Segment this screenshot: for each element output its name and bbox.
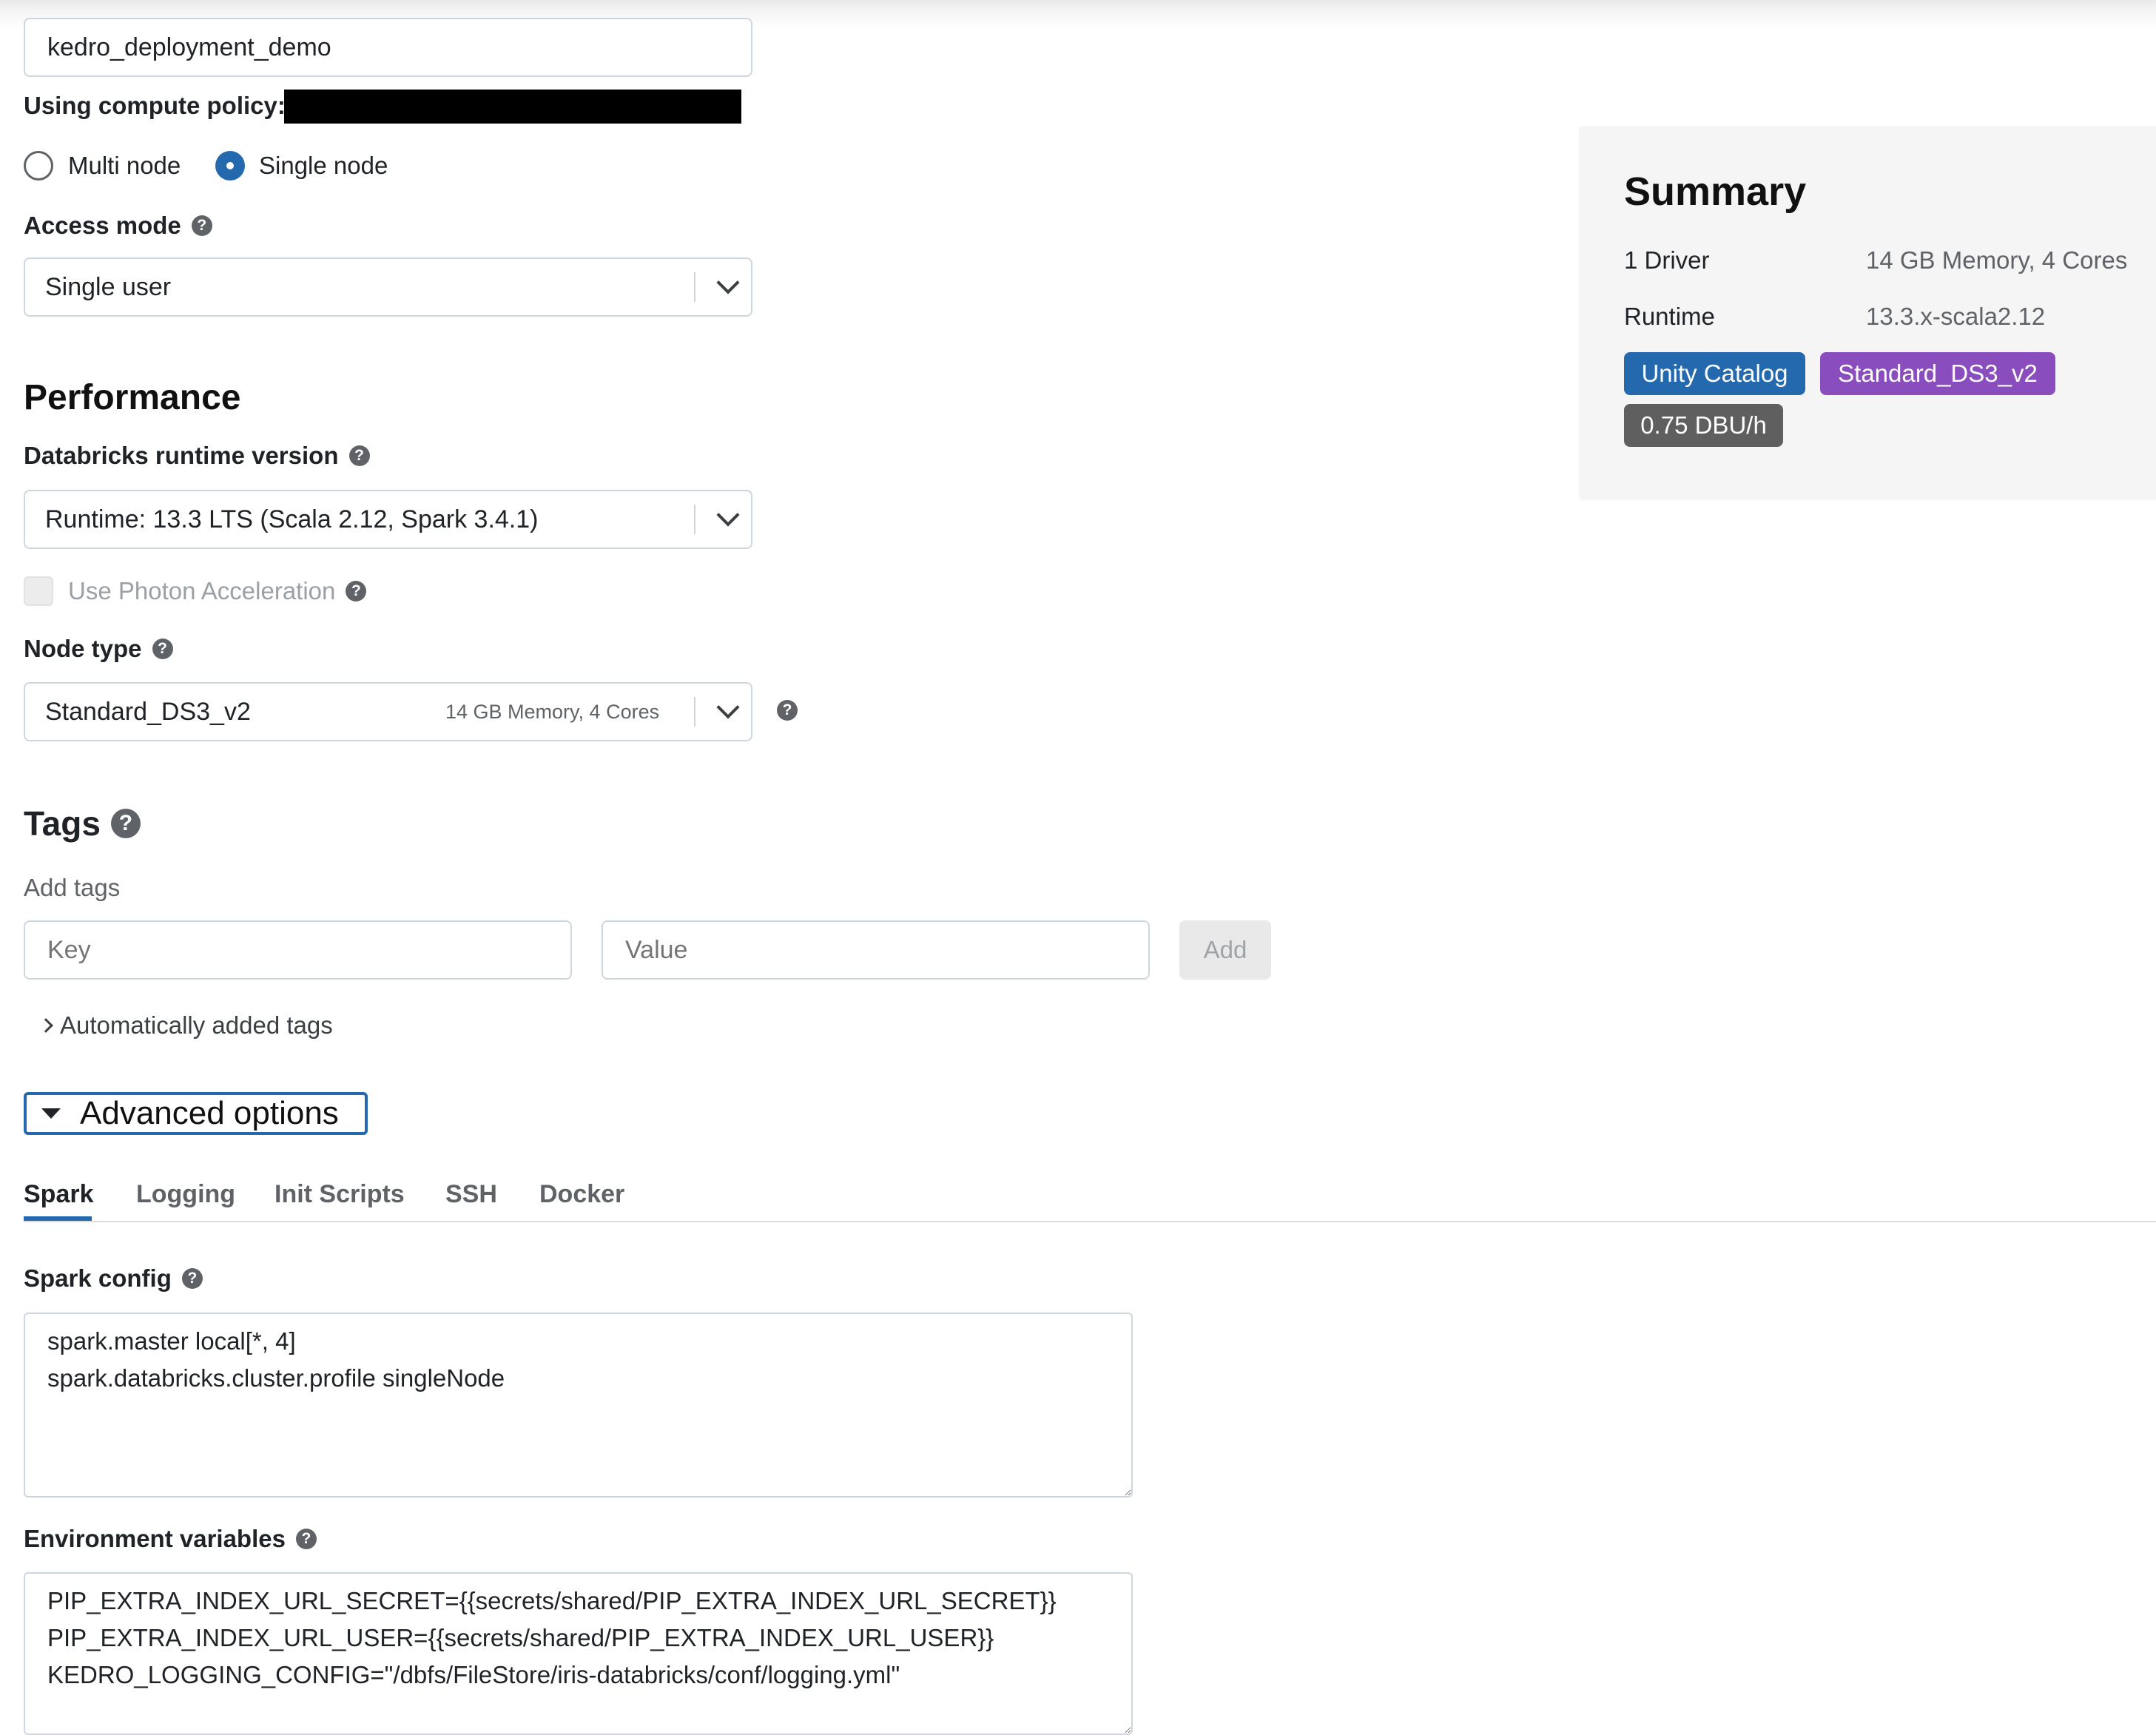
node-type-select[interactable]: Standard_DS3_v2 14 GB Memory, 4 Cores [24,682,752,741]
summary-runtime-value: 13.3.x-scala2.12 [1866,303,2046,330]
spark-config-label: Spark config ? [24,1262,203,1295]
tab-ssh[interactable]: SSH [445,1178,497,1210]
compute-policy-label: Using compute policy: [24,89,286,123]
summary-panel: Summary 1 Driver 14 GB Memory, 4 Cores R… [1579,126,2156,500]
env-vars-text: Environment variables [24,1525,286,1552]
dbu-badge: 0.75 DBU/h [1624,404,1783,447]
access-mode-value: Single user [45,272,172,301]
add-tags-label: Add tags [24,874,121,901]
select-divider [694,505,695,534]
node-type-text: Node type [24,635,142,662]
tags-heading: Tags ? [24,803,141,844]
env-vars-textarea[interactable]: PIP_EXTRA_INDEX_URL_SECRET={{secrets/sha… [24,1572,1133,1735]
summary-driver-value: 14 GB Memory, 4 Cores [1866,246,2128,274]
access-mode-select[interactable]: Single user [24,257,752,317]
help-icon[interactable]: ? [110,809,141,838]
single-node-radio-dot [226,162,234,169]
spark-config-textarea[interactable]: spark.master local[*, 4] spark.databrick… [24,1313,1133,1498]
chevron-down-icon [716,271,740,294]
caret-down-icon [41,1108,61,1119]
tab-init-scripts[interactable]: Init Scripts [274,1178,405,1210]
cluster-name-value: kedro_deployment_demo [47,33,331,61]
compute-policy-redacted [284,90,741,124]
node-type-badge: Standard_DS3_v2 [1820,352,2055,395]
help-icon[interactable]: ? [181,1268,203,1289]
compute-policy-text: Using compute policy: [24,92,286,119]
help-icon[interactable]: ? [152,639,173,659]
single-node-label[interactable]: Single node [259,151,388,181]
help-icon[interactable]: ? [346,581,367,602]
help-icon[interactable]: ? [191,215,212,236]
auto-tags-toggle[interactable]: Automatically added tags [38,1009,333,1042]
select-divider [694,272,695,302]
runtime-version-label: Databricks runtime version ? [24,439,370,472]
multi-node-radio[interactable] [24,151,53,181]
select-divider [694,697,695,727]
help-icon[interactable]: ? [295,1529,317,1549]
summary-driver-label: 1 Driver [1624,246,1710,274]
tags-heading-text: Tags [24,804,101,843]
advanced-options-toggle[interactable]: Advanced options [24,1092,368,1135]
photon-checkbox[interactable] [24,576,53,606]
help-icon[interactable]: ? [777,700,798,721]
photon-label: Use Photon Acceleration ? [68,575,367,607]
advanced-options-label: Advanced options [80,1095,339,1131]
auto-tags-label: Automatically added tags [60,1011,333,1039]
access-mode-label: Access mode ? [24,209,212,242]
node-type-value: Standard_DS3_v2 [45,697,251,726]
summary-runtime-label: Runtime [1624,303,1715,330]
multi-node-label[interactable]: Multi node [68,151,181,181]
tab-spark-underline [24,1216,92,1221]
help-icon[interactable]: ? [348,445,370,466]
tab-logging[interactable]: Logging [136,1178,235,1210]
chevron-down-icon [716,503,740,527]
node-type-label: Node type ? [24,633,173,665]
tag-value-input[interactable] [602,920,1150,980]
runtime-version-select[interactable]: Runtime: 13.3 LTS (Scala 2.12, Spark 3.4… [24,490,752,549]
tag-key-input[interactable] [24,920,572,980]
cluster-name-input[interactable]: kedro_deployment_demo [24,18,752,77]
chevron-down-icon [716,695,740,719]
add-tag-button[interactable]: Add [1179,920,1271,980]
tab-bar-divider [24,1221,2156,1222]
tab-spark[interactable]: Spark [24,1178,94,1210]
photon-text: Use Photon Acceleration [68,577,336,604]
env-vars-label: Environment variables ? [24,1523,317,1555]
spark-config-text: Spark config [24,1264,172,1292]
runtime-version-value: Runtime: 13.3 LTS (Scala 2.12, Spark 3.4… [45,505,539,533]
unity-catalog-badge: Unity Catalog [1624,352,1805,395]
access-mode-text: Access mode [24,212,181,239]
performance-heading: Performance [24,378,241,417]
node-type-detail: 14 GB Memory, 4 Cores [445,701,660,723]
chevron-right-icon [38,1018,53,1033]
single-node-radio[interactable] [215,151,245,181]
summary-heading: Summary [1624,169,1807,214]
runtime-version-text: Databricks runtime version [24,442,339,469]
tab-docker[interactable]: Docker [539,1178,624,1210]
